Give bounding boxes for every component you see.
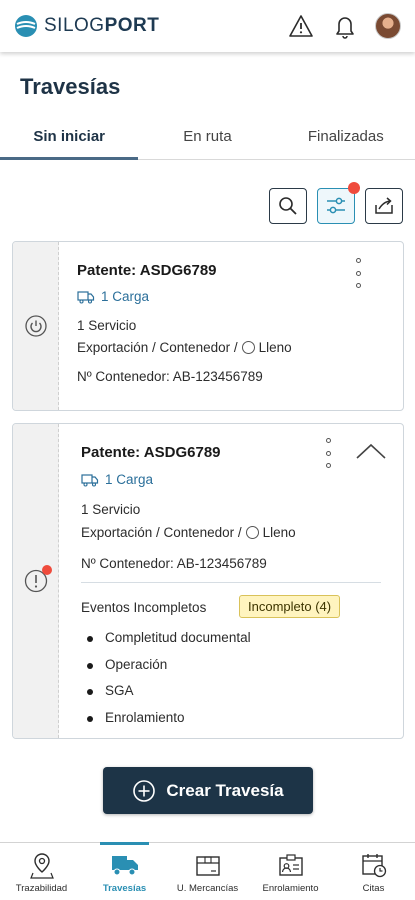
truck-icon <box>111 856 138 876</box>
nav-item-travesias[interactable]: Travesías <box>83 842 166 900</box>
export-icon <box>375 197 393 214</box>
nav-item-u-mercancias[interactable]: U. Mercancías <box>166 843 249 900</box>
card-carga-label: 1 Carga <box>105 472 154 487</box>
card-detalle-text: Exportación / Contenedor / <box>77 340 238 355</box>
filter-sliders-icon <box>327 197 345 214</box>
warning-icon[interactable] <box>287 12 315 40</box>
list-item: Completitud documental <box>81 625 251 652</box>
search-icon <box>279 197 297 215</box>
search-button[interactable] <box>269 188 307 224</box>
card-contenedor: Nº Contenedor: AB-123456789 <box>81 556 267 571</box>
cargo-icon <box>81 474 99 487</box>
card-estado: Lleno <box>262 525 296 540</box>
silogport-logo-icon <box>15 15 37 37</box>
card-carga-label: 1 Carga <box>101 289 150 304</box>
brand-logo[interactable]: SILOGPORT <box>14 14 159 38</box>
card-detalle-text: Exportación / Contenedor / <box>81 525 242 540</box>
card-contenedor: Nº Contenedor: AB-123456789 <box>77 369 263 384</box>
id-card-icon <box>278 854 303 876</box>
list-toolbar <box>269 182 403 224</box>
plus-circle-icon <box>133 779 156 802</box>
nav-label: Trazabilidad <box>15 883 68 894</box>
card-estado: Lleno <box>258 340 292 355</box>
tab-finalizadas[interactable]: Finalizadas <box>277 118 415 159</box>
card-more-icon[interactable] <box>353 258 363 288</box>
list-item: SGA <box>81 678 251 705</box>
tabs: Sin iniciar En ruta Finalizadas <box>0 118 415 160</box>
nav-label: Enrolamiento <box>262 883 319 894</box>
card-carga-link[interactable]: 1 Carga <box>81 472 153 487</box>
collapse-chevron-up-icon[interactable] <box>355 442 387 465</box>
eventos-list: Completitud documental Operación SGA Enr… <box>81 625 251 731</box>
card-carga-link[interactable]: 1 Carga <box>77 289 149 304</box>
card-patente: Patente: ASDG6789 <box>77 262 217 279</box>
calendar-clock-icon <box>361 854 386 878</box>
travesia-card[interactable]: Patente: ASDG6789 1 Carga 1 Servicio Exp… <box>12 241 404 411</box>
travesia-card-expanded[interactable]: Patente: ASDG6789 1 Carga 1 Servicio Exp… <box>12 423 404 739</box>
eventos-label: Eventos Incompletos <box>81 600 207 615</box>
export-button[interactable] <box>365 188 403 224</box>
nav-label: Citas <box>362 883 385 894</box>
page-title: Travesías <box>20 74 121 99</box>
nav-label: Travesías <box>102 883 147 894</box>
list-item: Operación <box>81 652 251 679</box>
power-icon <box>24 315 47 337</box>
nav-item-citas[interactable]: Citas <box>332 843 415 900</box>
card-servicio: 1 Servicio <box>81 502 141 517</box>
crear-travesia-label: Crear Travesía <box>166 780 284 800</box>
filter-button[interactable] <box>317 182 360 224</box>
estado-radio-icon <box>241 341 255 354</box>
nav-item-trazabilidad[interactable]: Trazabilidad <box>0 843 83 900</box>
incompleto-badge: Incompleto (4) <box>239 595 341 618</box>
crear-travesia-button[interactable]: Crear Travesía <box>103 767 313 814</box>
nav-item-enrolamiento[interactable]: Enrolamiento <box>249 843 332 900</box>
bell-icon[interactable] <box>331 12 359 40</box>
incompleto-badge-label: Incompleto (4) <box>239 595 341 618</box>
estado-radio-icon <box>245 526 259 539</box>
list-item: Enrolamiento <box>81 705 251 732</box>
card-detalle: Exportación / Contenedor / Lleno <box>81 525 296 540</box>
nav-label: U. Mercancías <box>176 883 239 894</box>
location-pin-icon <box>29 853 54 879</box>
bottom-nav: Trazabilidad Travesías U. Mercancías Enr… <box>0 842 415 900</box>
tab-en-ruta[interactable]: En ruta <box>138 118 276 159</box>
card-detalle: Exportación / Contenedor / Lleno <box>77 340 292 355</box>
filter-notification-dot <box>348 182 360 194</box>
brand-name: SILOGPORT <box>44 15 160 36</box>
cargo-icon <box>77 291 95 304</box>
card-servicio: 1 Servicio <box>77 318 137 333</box>
card-status-rail <box>13 424 59 738</box>
app-header: SILOGPORT <box>0 0 415 52</box>
tab-sin-iniciar[interactable]: Sin iniciar <box>0 118 139 160</box>
avatar[interactable] <box>375 13 401 39</box>
alert-status <box>24 565 52 593</box>
card-status-rail <box>13 242 59 410</box>
alert-dot <box>41 565 52 575</box>
box-icon <box>195 856 220 876</box>
card-patente: Patente: ASDG6789 <box>81 444 221 461</box>
card-more-icon[interactable] <box>323 438 333 468</box>
card-divider <box>81 582 381 583</box>
